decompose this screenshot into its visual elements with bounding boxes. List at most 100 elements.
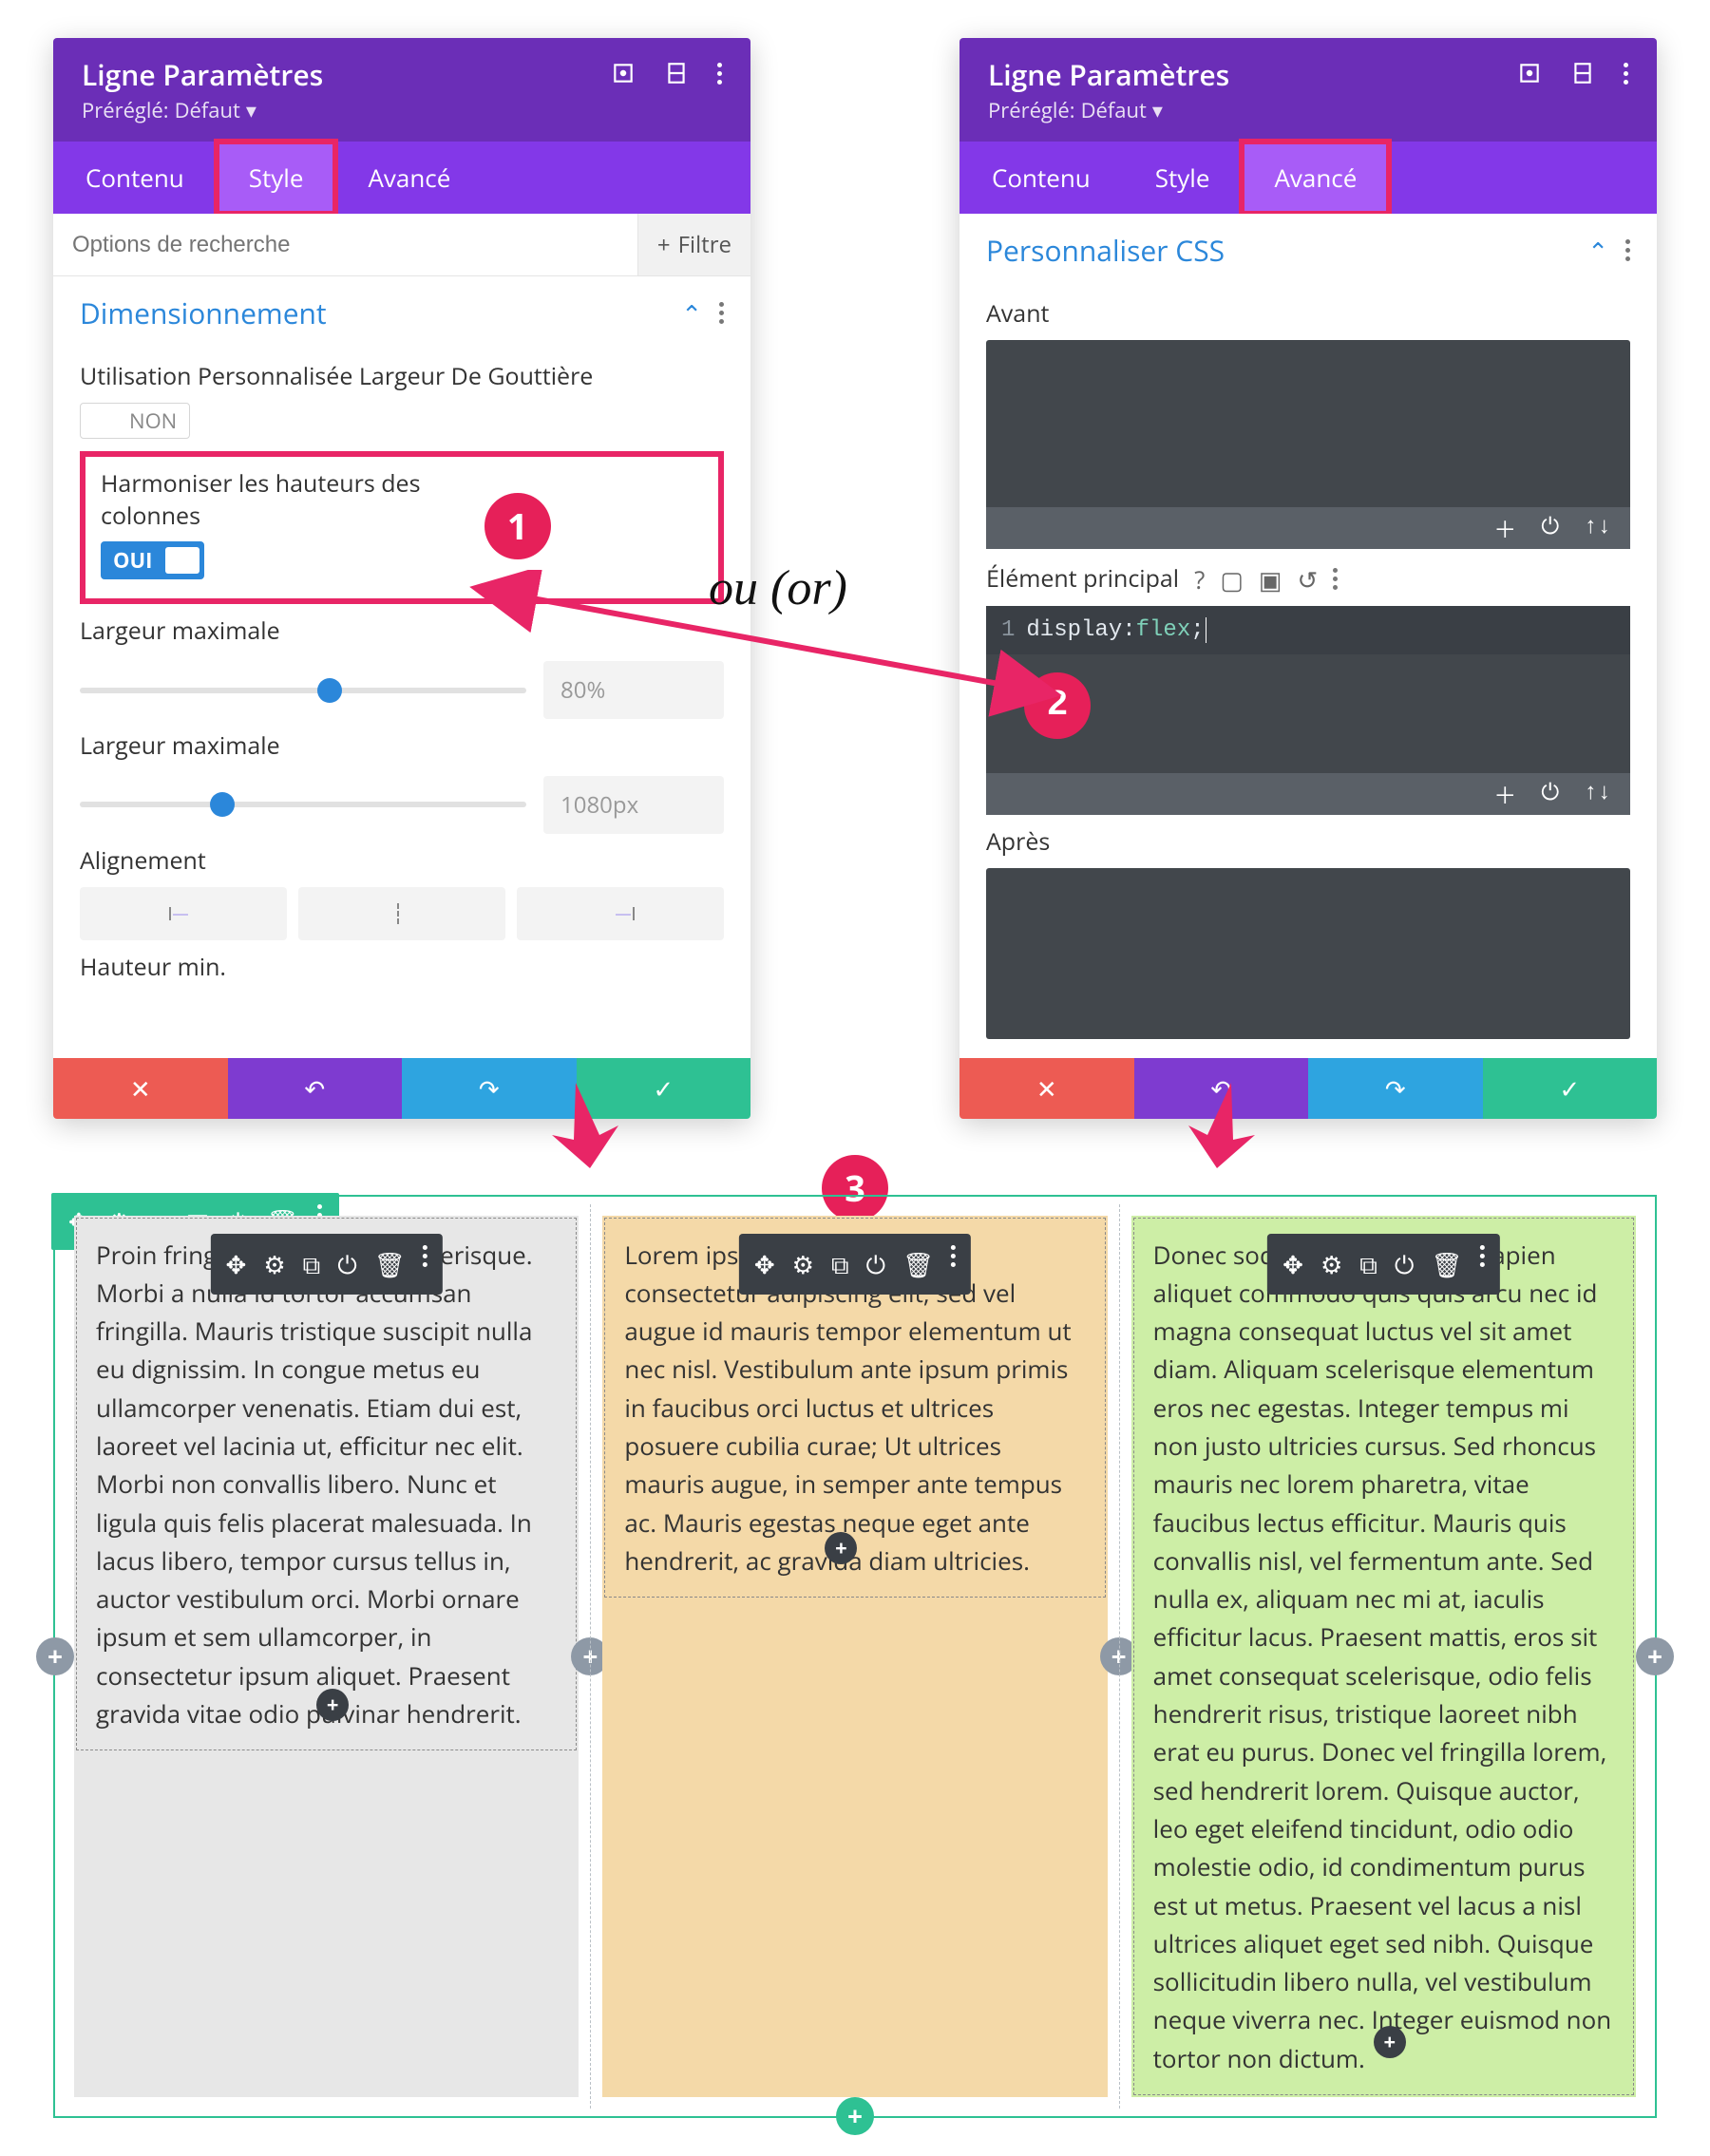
- max-width-px-slider[interactable]: 1080px: [80, 776, 724, 834]
- slider-thumb[interactable]: [210, 792, 235, 817]
- add-inside-button[interactable]: +: [1374, 2026, 1406, 2058]
- text-module-c[interactable]: ✥ ⚙ ⧉ ⏻ 🗑 Donec sodales orci faucibus sa…: [1133, 1218, 1634, 2096]
- power-icon[interactable]: ⏻: [337, 1245, 357, 1283]
- search-input[interactable]: [53, 217, 637, 274]
- cancel-button[interactable]: ✕: [53, 1058, 228, 1119]
- more-icon[interactable]: [951, 1245, 956, 1283]
- phone-icon[interactable]: ▢: [1220, 562, 1244, 596]
- save-button[interactable]: ✓: [577, 1058, 751, 1119]
- reset-icon[interactable]: ↺: [1298, 562, 1319, 596]
- undo-button[interactable]: ↶: [1134, 1058, 1309, 1119]
- css-after-editor[interactable]: [986, 868, 1630, 1039]
- align-left-button[interactable]: [80, 887, 287, 940]
- css-main-editor[interactable]: 1 display:flex; 2 ＋ ⏻ ↑↓: [986, 606, 1630, 815]
- move-icon[interactable]: ↑↓: [1584, 781, 1611, 806]
- align-right-icon: [606, 907, 635, 920]
- max-width-px-value[interactable]: 1080px: [543, 776, 724, 834]
- builder-column-a[interactable]: ✥ ⚙ ⧉ ⏻ 🗑 Proin fringilla ac risus nec s…: [63, 1204, 590, 2109]
- move-icon[interactable]: ✥: [226, 1245, 247, 1283]
- chevron-up-icon[interactable]: ⌃: [681, 296, 702, 331]
- equalize-highlight-box: Harmoniser les hauteurs des colonnes OUI…: [80, 451, 724, 605]
- add-row-button[interactable]: +: [836, 2097, 874, 2135]
- builder-column-c[interactable]: ✥ ⚙ ⧉ ⏻ 🗑 Donec sodales orci faucibus sa…: [1119, 1204, 1647, 2109]
- help-icon[interactable]: ?: [1194, 562, 1205, 596]
- section-css-header[interactable]: Personnaliser CSS ⌃: [960, 214, 1657, 287]
- more-icon[interactable]: [719, 302, 724, 324]
- gear-icon[interactable]: ⚙: [1320, 1245, 1342, 1283]
- move-icon[interactable]: ✥: [1282, 1245, 1303, 1283]
- plus-icon[interactable]: ＋: [1493, 777, 1516, 811]
- gear-icon[interactable]: ⚙: [263, 1245, 285, 1283]
- chevron-up-icon[interactable]: ⌃: [1587, 234, 1608, 268]
- trash-icon[interactable]: 🗑: [902, 1245, 934, 1283]
- text-module-a[interactable]: ✥ ⚙ ⧉ ⏻ 🗑 Proin fringilla ac risus nec s…: [76, 1218, 577, 1751]
- snap-icon[interactable]: [1570, 61, 1595, 85]
- tab-advanced[interactable]: Avancé: [335, 142, 483, 214]
- toggle-knob: [165, 547, 200, 574]
- builder-row[interactable]: ✥ ⚙ ⧉ ▥ ⏻ 🗑 + + ✥ ⚙ ⧉ ⏻ 🗑: [53, 1195, 1657, 2119]
- more-icon[interactable]: [1333, 568, 1338, 590]
- power-icon[interactable]: ⏻: [1541, 515, 1559, 541]
- css-main-label: Élément principal: [986, 563, 1179, 596]
- gutter-width-toggle[interactable]: NON: [80, 403, 190, 439]
- trash-icon[interactable]: 🗑: [374, 1245, 406, 1283]
- snap-icon[interactable]: [664, 61, 689, 85]
- align-right-button[interactable]: [517, 887, 724, 940]
- gear-icon[interactable]: ⚙: [792, 1245, 814, 1283]
- panel-title: Ligne Paramètres: [988, 55, 1229, 94]
- save-button[interactable]: ✓: [1483, 1058, 1658, 1119]
- cancel-button[interactable]: ✕: [960, 1058, 1134, 1119]
- redo-icon: ↷: [479, 1071, 500, 1106]
- more-icon[interactable]: [717, 63, 722, 85]
- undo-button[interactable]: ↶: [228, 1058, 403, 1119]
- trash-icon[interactable]: 🗑: [1431, 1245, 1462, 1283]
- redo-icon: ↷: [1385, 1071, 1406, 1106]
- duplicate-icon[interactable]: ⧉: [831, 1245, 849, 1283]
- redo-button[interactable]: ↷: [402, 1058, 577, 1119]
- max-width-px-label: Largeur maximale: [80, 730, 724, 763]
- more-icon[interactable]: [1624, 63, 1628, 85]
- tab-style[interactable]: Style: [1123, 142, 1243, 214]
- preset-selector[interactable]: Préréglé: Défaut ▾: [988, 96, 1229, 124]
- duplicate-icon[interactable]: ⧉: [303, 1245, 321, 1283]
- tab-advanced[interactable]: Avancé: [1242, 142, 1389, 214]
- more-icon[interactable]: [1479, 1245, 1484, 1283]
- tab-content[interactable]: Contenu: [53, 142, 217, 214]
- module-toolbar: ✥ ⚙ ⧉ ⏻ 🗑: [211, 1234, 443, 1295]
- builder-column-b[interactable]: ✥ ⚙ ⧉ ⏻ 🗑 Lorem ipsum dolor sit amet, co…: [590, 1204, 1118, 2109]
- power-icon[interactable]: ⏻: [1541, 781, 1559, 807]
- slider-thumb[interactable]: [317, 678, 342, 703]
- preset-selector[interactable]: Préréglé: Défaut ▾: [82, 96, 323, 124]
- more-icon[interactable]: [423, 1245, 428, 1283]
- preset-value: Défaut: [175, 96, 240, 124]
- redo-button[interactable]: ↷: [1308, 1058, 1483, 1119]
- chevron-down-icon: ▾: [246, 96, 256, 124]
- expand-icon[interactable]: [1517, 61, 1542, 85]
- power-icon[interactable]: ⏻: [866, 1245, 886, 1283]
- settings-panel-style: Ligne Paramètres Préréglé: Défaut ▾: [53, 38, 750, 1119]
- expand-icon[interactable]: [611, 61, 636, 85]
- module-toolbar: ✥ ⚙ ⧉ ⏻ 🗑: [739, 1234, 971, 1295]
- plus-icon: +: [657, 229, 671, 260]
- move-icon[interactable]: ✥: [754, 1245, 775, 1283]
- line-number: 1: [1001, 617, 1015, 643]
- section-sizing-header[interactable]: Dimensionnement ⌃: [53, 276, 750, 350]
- equalize-heights-toggle[interactable]: OUI: [101, 541, 204, 579]
- max-width-percent-value[interactable]: 80%: [543, 661, 724, 719]
- tab-content[interactable]: Contenu: [960, 142, 1123, 214]
- more-icon[interactable]: [1625, 239, 1630, 261]
- tab-style[interactable]: Style: [217, 142, 336, 214]
- module-toolbar: ✥ ⚙ ⧉ ⏻ 🗑: [1267, 1234, 1499, 1295]
- duplicate-icon[interactable]: ⧉: [1359, 1245, 1378, 1283]
- max-width-percent-slider[interactable]: 80%: [80, 661, 724, 719]
- power-icon[interactable]: ⏻: [1395, 1245, 1415, 1283]
- align-center-icon: [397, 903, 407, 924]
- text-module-b[interactable]: ✥ ⚙ ⧉ ⏻ 🗑 Lorem ipsum dolor sit amet, co…: [604, 1218, 1105, 1598]
- align-center-button[interactable]: [298, 887, 505, 940]
- hover-icon[interactable]: ▣: [1259, 562, 1282, 596]
- plus-icon[interactable]: ＋: [1493, 511, 1516, 545]
- move-icon[interactable]: ↑↓: [1584, 515, 1611, 540]
- filter-button[interactable]: + Filtre: [637, 214, 750, 275]
- css-before-editor[interactable]: ＋ ⏻ ↑↓: [986, 340, 1630, 549]
- check-icon: ✓: [1559, 1071, 1580, 1106]
